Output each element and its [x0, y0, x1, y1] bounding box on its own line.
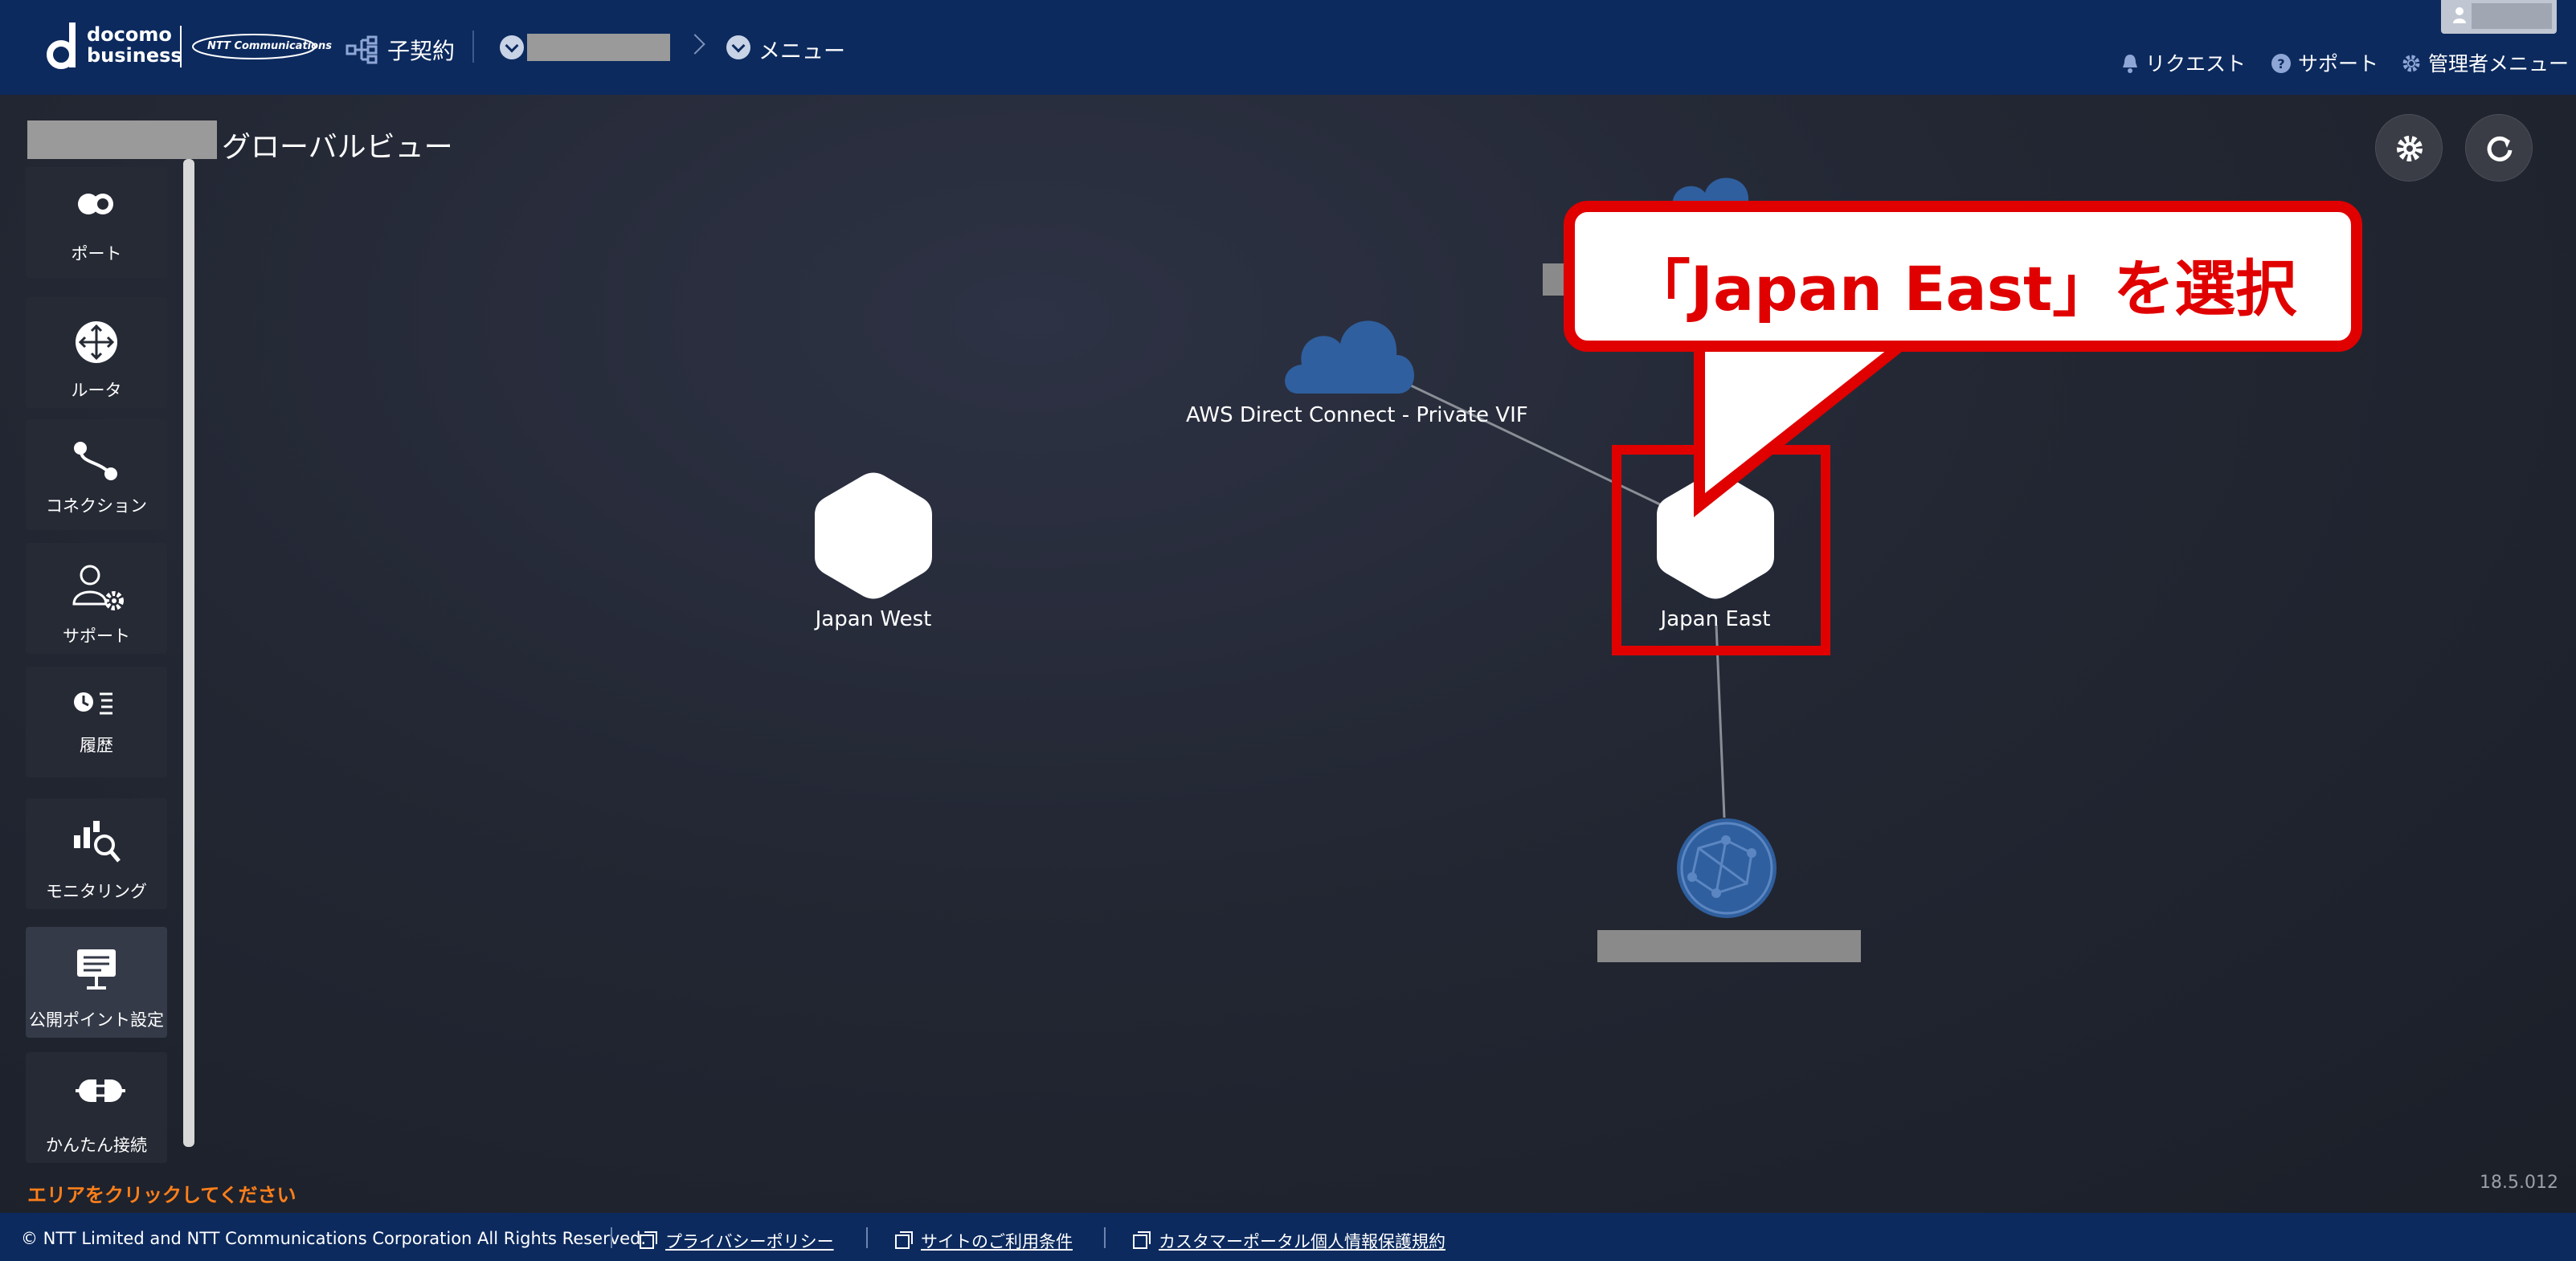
version-label: 18.5.012	[2480, 1173, 2558, 1193]
external-doc-icon	[1133, 1231, 1151, 1249]
callout-pointer-icon	[1694, 342, 1914, 517]
footer: © NTT Limited and NTT Communications Cor…	[0, 1213, 2576, 1261]
copyright: © NTT Limited and NTT Communications Cor…	[21, 1229, 647, 1248]
privacy-policy-link[interactable]: プライバシーポリシー	[640, 1229, 834, 1253]
ntt-logo: NTT Communications	[190, 31, 332, 63]
admin-menu-link[interactable]: 管理者メニュー	[2401, 48, 2569, 77]
contract-name-masked[interactable]	[527, 34, 670, 61]
footer-divider	[611, 1227, 612, 1248]
click-area-hint: エリアをクリックしてください	[27, 1184, 296, 1206]
user-icon	[2453, 7, 2466, 23]
user-name-masked	[2472, 3, 2552, 29]
menu-dropdown-chevron-icon[interactable]	[726, 35, 750, 59]
user-account-button[interactable]	[2441, 0, 2557, 34]
gear-icon	[2402, 55, 2420, 72]
internet-globe-icon[interactable]	[1674, 816, 1779, 920]
aws-direct-connect-label[interactable]: AWS Direct Connect - Private VIF	[1186, 403, 1528, 427]
terms-of-use-link[interactable]: サイトのご利用条件	[895, 1229, 1073, 1253]
footer-divider	[1104, 1227, 1106, 1248]
logo-divider	[180, 26, 182, 67]
japan-west-region-icon[interactable]	[813, 471, 934, 601]
brand-logo[interactable]: docomo business	[87, 24, 182, 66]
external-doc-icon	[640, 1231, 657, 1249]
external-doc-icon	[895, 1231, 913, 1249]
contract-tree-icon	[346, 35, 378, 64]
breadcrumb-menu[interactable]: メニュー	[758, 34, 845, 65]
bell-icon	[2123, 55, 2137, 73]
docomo-d-logo-icon	[47, 22, 76, 69]
child-contract-link[interactable]: 子契約	[387, 34, 455, 66]
customer-privacy-link[interactable]: カスタマーポータル個人情報保護規約	[1133, 1229, 1445, 1253]
footer-divider	[866, 1227, 868, 1248]
help-circle-icon: ?	[2271, 54, 2291, 73]
top-header: docomo business NTT Communications 子契約 メ…	[0, 0, 2576, 95]
japan-west-label[interactable]: Japan West	[773, 607, 974, 631]
annotation-callout: 「Japan East」を選択	[1564, 201, 2362, 352]
aws-cloud-icon[interactable]	[1282, 310, 1417, 395]
breadcrumb-arrow-icon	[685, 34, 705, 55]
header-divider	[472, 31, 474, 63]
annotation-callout-text: 「Japan East」を選択	[1629, 253, 2297, 324]
request-link[interactable]: リクエスト	[2121, 48, 2246, 77]
internet-label-masked	[1597, 930, 1861, 962]
svg-text:?: ?	[2277, 56, 2284, 71]
global-view-canvas[interactable]: グローバルビュー ポート ルータ コネクション サポート 履歴 モニタリング 公…	[0, 95, 2576, 1213]
support-link[interactable]: ? サポート	[2271, 48, 2378, 77]
contract-dropdown-chevron-icon[interactable]	[500, 35, 524, 59]
